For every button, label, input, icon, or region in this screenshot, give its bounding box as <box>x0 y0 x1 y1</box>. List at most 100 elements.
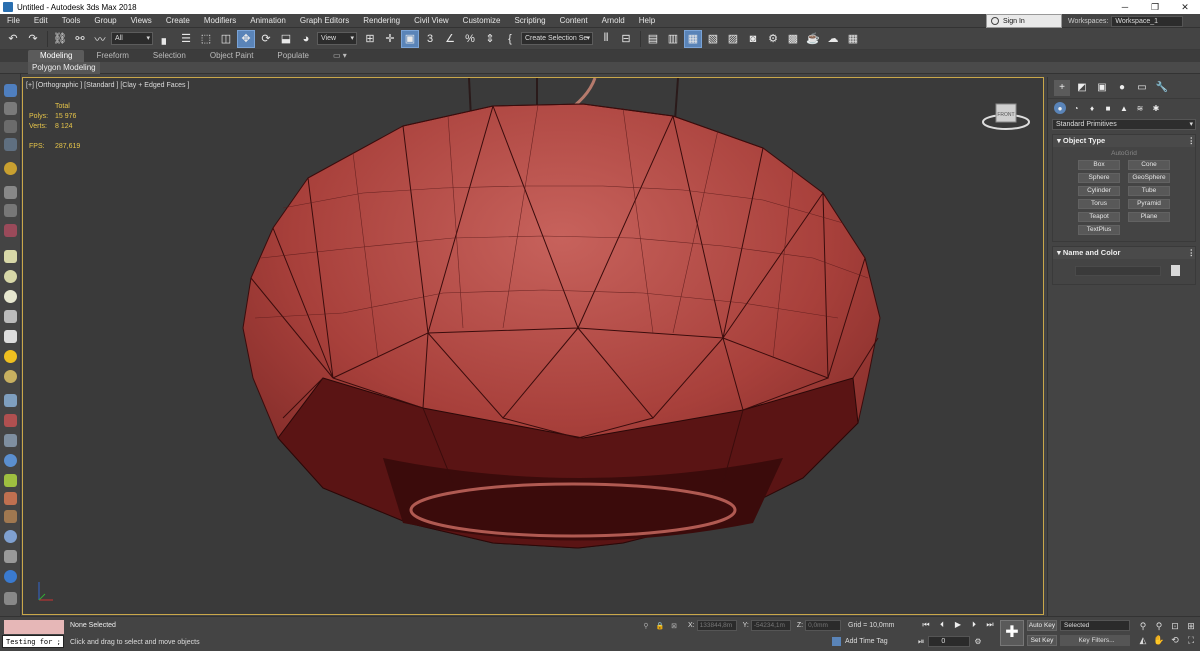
maxscript-listener-mini[interactable] <box>4 620 64 634</box>
spacewarp-icon[interactable] <box>4 224 17 237</box>
angle-snap-icon[interactable]: ∠ <box>441 30 459 48</box>
window-crossing-icon[interactable]: ◫ <box>217 30 235 48</box>
helper-icon[interactable] <box>4 204 17 217</box>
menu-tools[interactable]: Tools <box>55 14 88 28</box>
viewcube-icon[interactable]: FRONT <box>981 96 1031 134</box>
workspace-select[interactable]: Workspace_1 <box>1111 15 1184 27</box>
auto-key-button[interactable]: Auto Key <box>1027 620 1057 631</box>
key-filters-button[interactable]: Key Filters... <box>1060 635 1130 646</box>
select-and-rotate-icon[interactable]: ⟳ <box>257 30 275 48</box>
schematic-view-icon[interactable]: ▨ <box>724 30 742 48</box>
select-manipulate-icon[interactable]: ✛ <box>381 30 399 48</box>
autogrid-checkbox[interactable]: AutoGrid <box>1053 150 1195 157</box>
box-primitive-icon[interactable] <box>4 250 17 263</box>
menu-animation[interactable]: Animation <box>243 14 293 28</box>
select-object-icon[interactable]: ▖ <box>157 30 175 48</box>
key-mode-toggle-icon[interactable]: ⏯ <box>918 637 924 647</box>
keyboard-shortcut-override-icon[interactable]: ▣ <box>401 29 419 48</box>
menu-group[interactable]: Group <box>87 14 123 28</box>
textplus-button[interactable]: TextPlus <box>1078 225 1120 235</box>
ribbon-options-icon[interactable]: ▭ ▾ <box>321 50 359 62</box>
maxscript-input[interactable]: Testing for ; <box>2 635 64 648</box>
modify-tab-icon[interactable]: ◩ <box>1074 80 1090 96</box>
go-to-start-icon[interactable]: ⏮ <box>918 620 934 630</box>
cone-primitive-icon[interactable] <box>4 330 17 343</box>
mirror-icon[interactable]: ⫴ <box>597 30 615 48</box>
close-button[interactable]: ✕ <box>1170 0 1200 14</box>
pyramid-button[interactable]: Pyramid <box>1128 199 1170 209</box>
menu-views[interactable]: Views <box>124 14 159 28</box>
create-tab-icon[interactable]: + <box>1054 79 1070 96</box>
maximize-button[interactable]: ❐ <box>1140 0 1170 14</box>
omni-light-icon[interactable] <box>4 370 17 383</box>
zoom-extents-all-icon[interactable]: ⊞ <box>1184 620 1198 632</box>
y-coordinate-field[interactable]: -54234,1m <box>750 620 791 631</box>
align-icon[interactable]: ⊟ <box>617 30 635 48</box>
brush-icon[interactable] <box>4 414 17 427</box>
material-editor-icon[interactable]: ◙ <box>744 30 762 48</box>
shapes-icon[interactable]: ◔ <box>1070 102 1082 114</box>
render-icon[interactable] <box>4 570 17 583</box>
set-key-button[interactable]: Set Key <box>1027 635 1057 646</box>
object-name-input[interactable] <box>1075 265 1161 276</box>
menu-graph-editors[interactable]: Graph Editors <box>293 14 356 28</box>
unlink-icon[interactable]: ⚯ <box>71 30 89 48</box>
menu-file[interactable]: File <box>0 14 27 28</box>
select-and-move-icon[interactable]: ✥ <box>237 29 255 48</box>
render-production-icon[interactable]: ☕ <box>804 30 822 48</box>
utilities-tab-icon[interactable]: 🔧 <box>1154 80 1170 96</box>
layer-icon[interactable] <box>4 550 17 563</box>
maximize-viewport-icon[interactable]: ⛶ <box>1184 634 1198 646</box>
torus-primitive-icon[interactable] <box>4 310 17 323</box>
helpers-icon[interactable]: ▲ <box>1118 102 1130 114</box>
display-tab-icon[interactable]: ▭ <box>1134 80 1150 96</box>
rectangular-selection-icon[interactable]: ⬚ <box>197 30 215 48</box>
cloth-icon[interactable] <box>4 492 17 505</box>
select-and-place-icon[interactable]: ◕ <box>297 30 315 48</box>
sphere-button[interactable]: Sphere <box>1078 173 1120 183</box>
rendered-frame-window-icon[interactable]: ▩ <box>784 30 802 48</box>
hierarchy-icon[interactable] <box>4 120 17 133</box>
globe-icon[interactable] <box>4 454 17 467</box>
menu-create[interactable]: Create <box>159 14 197 28</box>
tab-object-paint[interactable]: Object Paint <box>198 50 266 62</box>
percent-snap-icon[interactable]: % <box>461 30 479 48</box>
edit-named-selection-icon[interactable]: { <box>501 30 519 48</box>
menu-civil-view[interactable]: Civil View <box>407 14 456 28</box>
select-by-name-icon[interactable]: ☰ <box>177 30 195 48</box>
sign-in-button[interactable]: Sign In <box>986 14 1062 28</box>
selection-filter-select[interactable]: All <box>111 32 153 45</box>
current-frame-field[interactable]: 0 <box>928 636 971 647</box>
cylinder-button[interactable]: Cylinder <box>1078 186 1120 196</box>
object-type-header[interactable]: Object Type⋮ <box>1053 135 1195 147</box>
zoom-extents-icon[interactable]: ⊡ <box>1168 620 1182 632</box>
modify-icon[interactable] <box>4 102 17 115</box>
polygon-modeling-panel[interactable]: Polygon Modeling <box>28 62 100 74</box>
link-icon[interactable]: ⛓ <box>51 30 69 48</box>
light-icon[interactable] <box>4 162 17 175</box>
tab-populate[interactable]: Populate <box>265 50 321 62</box>
cameras-icon[interactable]: ■ <box>1102 102 1114 114</box>
reference-coordinate-select[interactable]: View <box>317 32 357 45</box>
key-mode-select[interactable]: Selected <box>1060 620 1130 631</box>
play-icon[interactable]: ▶ <box>950 620 966 630</box>
isolate-selection-icon[interactable]: ⚲ <box>640 622 652 630</box>
field-of-view-icon[interactable]: ◭ <box>1136 634 1150 646</box>
tab-freeform[interactable]: Freeform <box>84 50 140 62</box>
add-time-tag[interactable]: Add Time Tag <box>832 637 888 646</box>
named-selection-select[interactable]: Create Selection Se <box>521 32 593 45</box>
go-to-end-icon[interactable]: ⏭ <box>982 620 998 630</box>
geosphere-button[interactable]: GeoSphere <box>1128 173 1170 183</box>
systems-icon[interactable]: ✱ <box>1150 102 1162 114</box>
menu-edit[interactable]: Edit <box>27 14 55 28</box>
set-keys-icon[interactable]: ✚ <box>1000 620 1024 646</box>
sphere-primitive-icon[interactable] <box>4 270 17 283</box>
cone-button[interactable]: Cone <box>1128 160 1170 170</box>
scene-states-icon[interactable] <box>4 592 17 605</box>
selection-lock-icon[interactable]: 🔒 <box>654 622 666 630</box>
tab-modeling[interactable]: Modeling <box>28 50 85 62</box>
pivot-center-icon[interactable]: ⊞ <box>361 30 379 48</box>
menu-arnold[interactable]: Arnold <box>595 14 632 28</box>
sun-light-icon[interactable] <box>4 350 17 363</box>
motion-icon[interactable] <box>4 138 17 151</box>
